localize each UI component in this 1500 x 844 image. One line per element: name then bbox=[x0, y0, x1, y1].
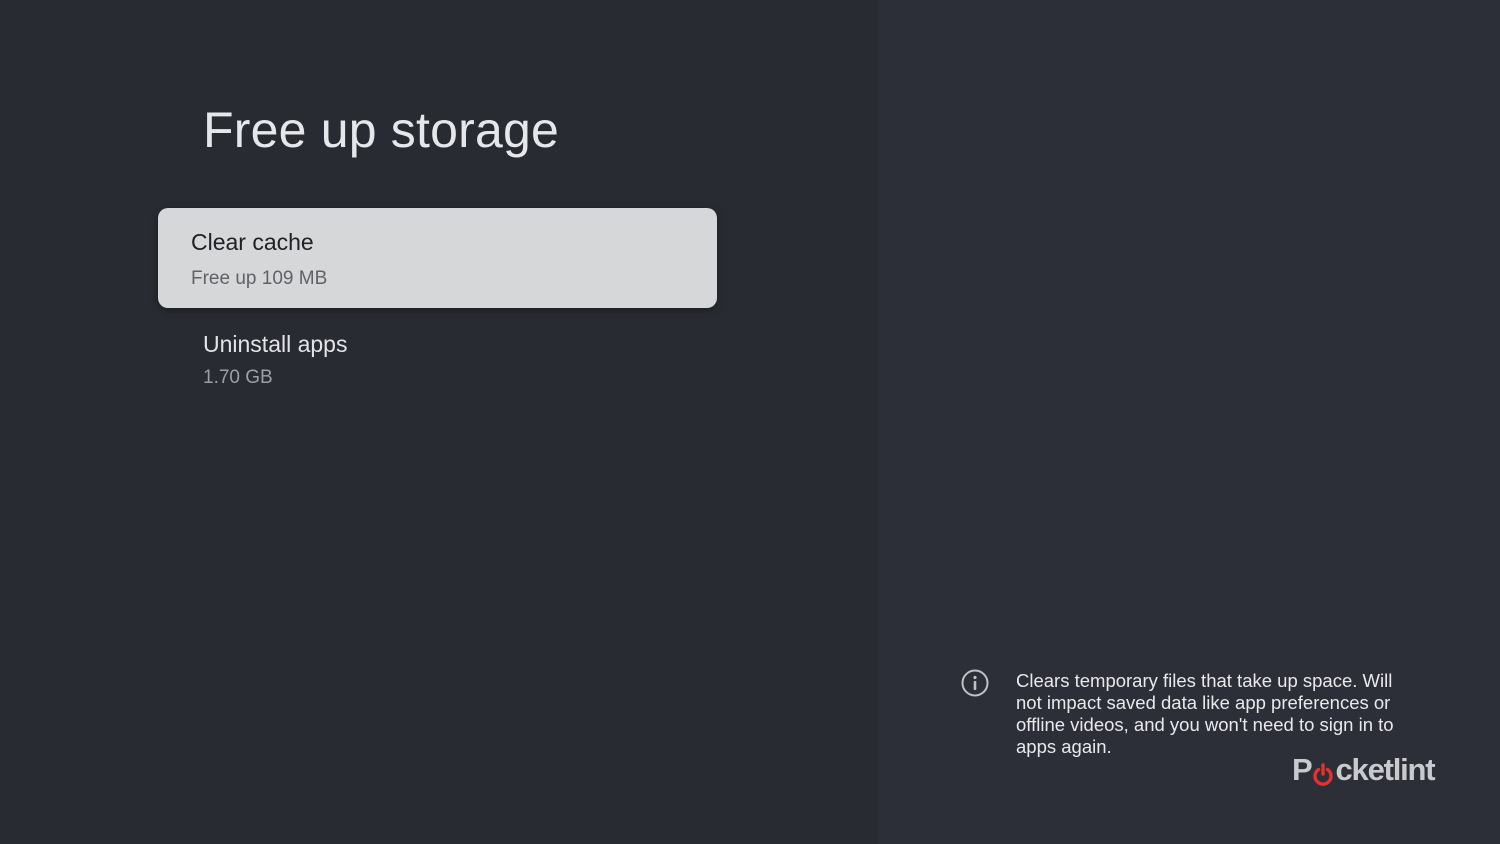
option-subtitle: 1.70 GB bbox=[203, 367, 273, 388]
option-title: Uninstall apps bbox=[203, 331, 348, 357]
option-title: Clear cache bbox=[191, 229, 314, 255]
storage-options-list: Clear cache Free up 109 MB Uninstall app… bbox=[158, 208, 717, 388]
option-subtitle: Free up 109 MB bbox=[191, 268, 328, 289]
pocketlint-watermark: P cketlint bbox=[1292, 752, 1436, 788]
power-icon bbox=[1312, 759, 1334, 786]
watermark-prefix: P bbox=[1292, 752, 1313, 787]
clear-cache-option[interactable]: Clear cache Free up 109 MB bbox=[158, 208, 717, 308]
info-icon bbox=[960, 668, 990, 698]
watermark-suffix: cketlint bbox=[1335, 752, 1435, 787]
info-text: Clears temporary files that take up spac… bbox=[1016, 670, 1394, 757]
left-pane: Free up storage Clear cache Free up 109 … bbox=[0, 0, 878, 844]
page-title: Free up storage bbox=[203, 102, 559, 158]
free-up-storage-screen: Free up storage Clear cache Free up 109 … bbox=[0, 0, 1500, 844]
